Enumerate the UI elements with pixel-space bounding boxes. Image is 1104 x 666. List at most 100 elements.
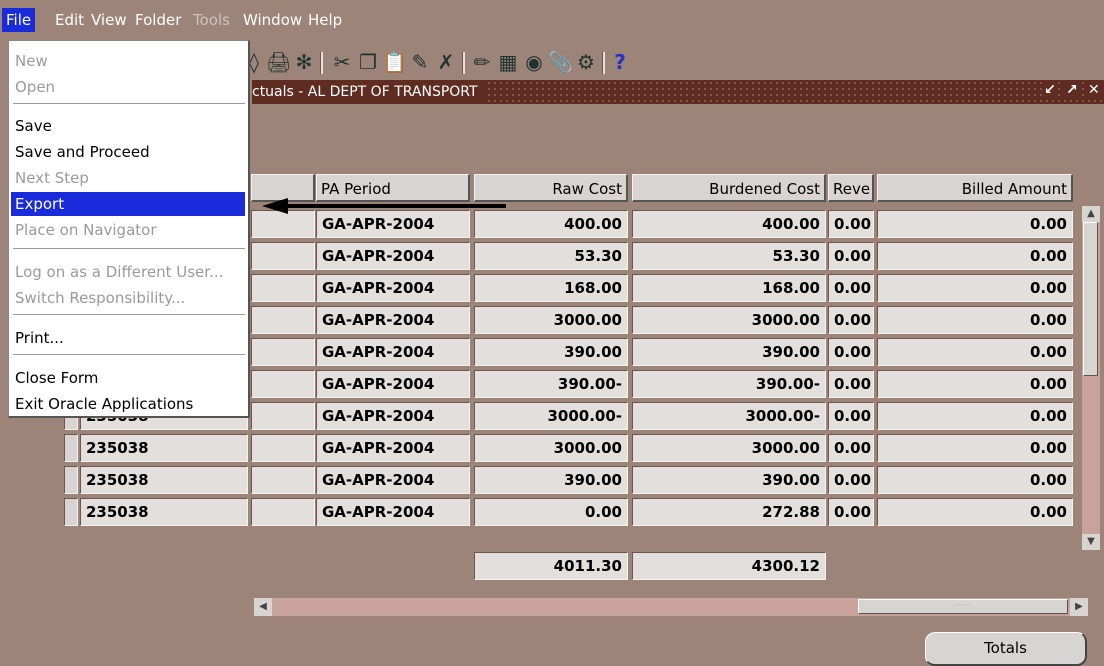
cell-raw-cost[interactable]: 3000.00 <box>474 434 628 462</box>
horizontal-scroll-thumb[interactable]: ······ <box>858 599 1068 614</box>
minimize-icon[interactable]: ↙ <box>1042 82 1058 98</box>
cell-revenue[interactable]: 0.00 <box>828 370 874 398</box>
cell-burdened-cost[interactable]: 168.00 <box>632 274 826 302</box>
cell-blank[interactable] <box>251 498 315 526</box>
cell-burdened-cost[interactable]: 390.00- <box>632 370 826 398</box>
menu-item-close-form[interactable]: Close Form <box>11 366 245 390</box>
cell-revenue[interactable]: 0.00 <box>828 210 874 238</box>
cell-pa-period[interactable]: GA-APR-2004 <box>316 466 470 494</box>
help-icon[interactable]: ? <box>608 50 632 74</box>
menu-folder[interactable]: Folder <box>131 8 185 32</box>
scroll-up-icon[interactable]: ▲ <box>1082 206 1100 222</box>
menu-item-save-and-proceed[interactable]: Save and Proceed <box>11 140 245 164</box>
column-header-billed-amount[interactable]: Billed Amount <box>877 174 1073 202</box>
cell-raw-cost[interactable]: 53.30 <box>474 242 628 270</box>
cell-blank[interactable] <box>251 210 315 238</box>
copy-icon[interactable]: ❐ <box>356 50 380 74</box>
attachments-icon[interactable]: 📎 <box>548 50 573 74</box>
cell-raw-cost[interactable]: 390.00- <box>474 370 628 398</box>
cell-billed-amount[interactable]: 0.00 <box>877 370 1073 398</box>
cell-billed-amount[interactable]: 0.00 <box>877 242 1073 270</box>
new-record-icon[interactable]: ✏ <box>470 50 494 74</box>
cell-revenue[interactable]: 0.00 <box>828 402 874 430</box>
scroll-down-icon[interactable]: ▼ <box>1082 534 1100 550</box>
column-header-burdened-cost[interactable]: Burdened Cost <box>632 174 826 202</box>
cell-project-number[interactable]: 235038 <box>80 498 248 526</box>
vertical-scrollbar[interactable]: ▲ ▼ <box>1082 206 1100 550</box>
cell-blank[interactable] <box>251 434 315 462</box>
cell-burdened-cost[interactable]: 390.00 <box>632 338 826 366</box>
cell-blank[interactable] <box>251 274 315 302</box>
cell-burdened-cost[interactable]: 390.00 <box>632 466 826 494</box>
cell-blank[interactable] <box>251 402 315 430</box>
totals-button[interactable]: Totals <box>925 632 1087 666</box>
navigator-icon[interactable]: ✻ <box>292 50 316 74</box>
menu-help[interactable]: Help <box>304 8 346 32</box>
cell-revenue[interactable]: 0.00 <box>828 306 874 334</box>
cell-pa-period[interactable]: GA-APR-2004 <box>316 338 470 366</box>
cell-burdened-cost[interactable]: 3000.00 <box>632 434 826 462</box>
cell-raw-cost[interactable]: 0.00 <box>474 498 628 526</box>
close-icon[interactable]: ✕ <box>1086 82 1102 98</box>
scroll-left-icon[interactable]: ◀ <box>254 598 272 616</box>
cell-raw-cost[interactable]: 390.00 <box>474 466 628 494</box>
cell-burdened-cost[interactable]: 3000.00- <box>632 402 826 430</box>
cell-pa-period[interactable]: GA-APR-2004 <box>316 242 470 270</box>
cell-burdened-cost[interactable]: 53.30 <box>632 242 826 270</box>
print-icon[interactable]: 🖨 <box>266 50 291 74</box>
cell-blank[interactable] <box>251 306 315 334</box>
cell-revenue[interactable]: 0.00 <box>828 338 874 366</box>
cell-blank[interactable] <box>251 242 315 270</box>
menu-item-save[interactable]: Save <box>11 114 245 138</box>
folder-tools-icon[interactable]: ▦ <box>496 50 520 74</box>
cell-billed-amount[interactable]: 0.00 <box>877 402 1073 430</box>
cell-revenue[interactable]: 0.00 <box>828 242 874 270</box>
cell-billed-amount[interactable]: 0.00 <box>877 210 1073 238</box>
cell-pa-period[interactable]: GA-APR-2004 <box>316 306 470 334</box>
vertical-scroll-thumb[interactable] <box>1083 222 1098 376</box>
clear-record-icon[interactable]: ✗ <box>434 50 458 74</box>
cell-raw-cost[interactable]: 400.00 <box>474 210 628 238</box>
cell-billed-amount[interactable]: 0.00 <box>877 306 1073 334</box>
cell-billed-amount[interactable]: 0.00 <box>877 338 1073 366</box>
cell-billed-amount[interactable]: 0.00 <box>877 274 1073 302</box>
cell-revenue[interactable]: 0.00 <box>828 498 874 526</box>
cell-pa-period[interactable]: GA-APR-2004 <box>316 498 470 526</box>
cell-raw-cost[interactable]: 390.00 <box>474 338 628 366</box>
cell-project-number[interactable]: 235038 <box>80 434 248 462</box>
zoom-icon[interactable]: ⚙ <box>574 50 598 74</box>
menu-edit[interactable]: Edit <box>51 8 88 32</box>
menu-file[interactable]: File <box>2 8 36 32</box>
cell-burdened-cost[interactable]: 400.00 <box>632 210 826 238</box>
row-selector[interactable] <box>64 434 78 462</box>
column-header-revenue[interactable]: Reve <box>828 174 874 202</box>
cell-raw-cost[interactable]: 3000.00- <box>474 402 628 430</box>
cell-billed-amount[interactable]: 0.00 <box>877 498 1073 526</box>
cell-blank[interactable] <box>251 338 315 366</box>
maximize-icon[interactable]: ↗ <box>1064 82 1080 98</box>
cell-raw-cost[interactable]: 3000.00 <box>474 306 628 334</box>
cell-raw-cost[interactable]: 168.00 <box>474 274 628 302</box>
edit-field-icon[interactable]: ✎ <box>408 50 432 74</box>
cell-billed-amount[interactable]: 0.00 <box>877 466 1073 494</box>
menu-item-print[interactable]: Print... <box>11 326 245 350</box>
menu-window[interactable]: Window <box>239 8 306 32</box>
menu-tools[interactable]: Tools <box>189 8 234 32</box>
paste-icon[interactable]: 📋 <box>382 50 407 74</box>
cell-revenue[interactable]: 0.00 <box>828 466 874 494</box>
cell-pa-period[interactable]: GA-APR-2004 <box>316 434 470 462</box>
horizontal-scrollbar[interactable]: ◀ ······ ▶ <box>254 598 1088 616</box>
row-selector[interactable] <box>64 498 78 526</box>
cell-burdened-cost[interactable]: 272.88 <box>632 498 826 526</box>
cell-blank[interactable] <box>251 370 315 398</box>
cell-blank[interactable] <box>251 466 315 494</box>
cell-project-number[interactable]: 235038 <box>80 466 248 494</box>
cell-revenue[interactable]: 0.00 <box>828 274 874 302</box>
translations-icon[interactable]: ◉ <box>522 50 546 74</box>
cell-pa-period[interactable]: GA-APR-2004 <box>316 274 470 302</box>
row-selector[interactable] <box>64 466 78 494</box>
cell-pa-period[interactable]: GA-APR-2004 <box>316 210 470 238</box>
cell-pa-period[interactable]: GA-APR-2004 <box>316 370 470 398</box>
scroll-right-icon[interactable]: ▶ <box>1070 598 1088 616</box>
cell-pa-period[interactable]: GA-APR-2004 <box>316 402 470 430</box>
